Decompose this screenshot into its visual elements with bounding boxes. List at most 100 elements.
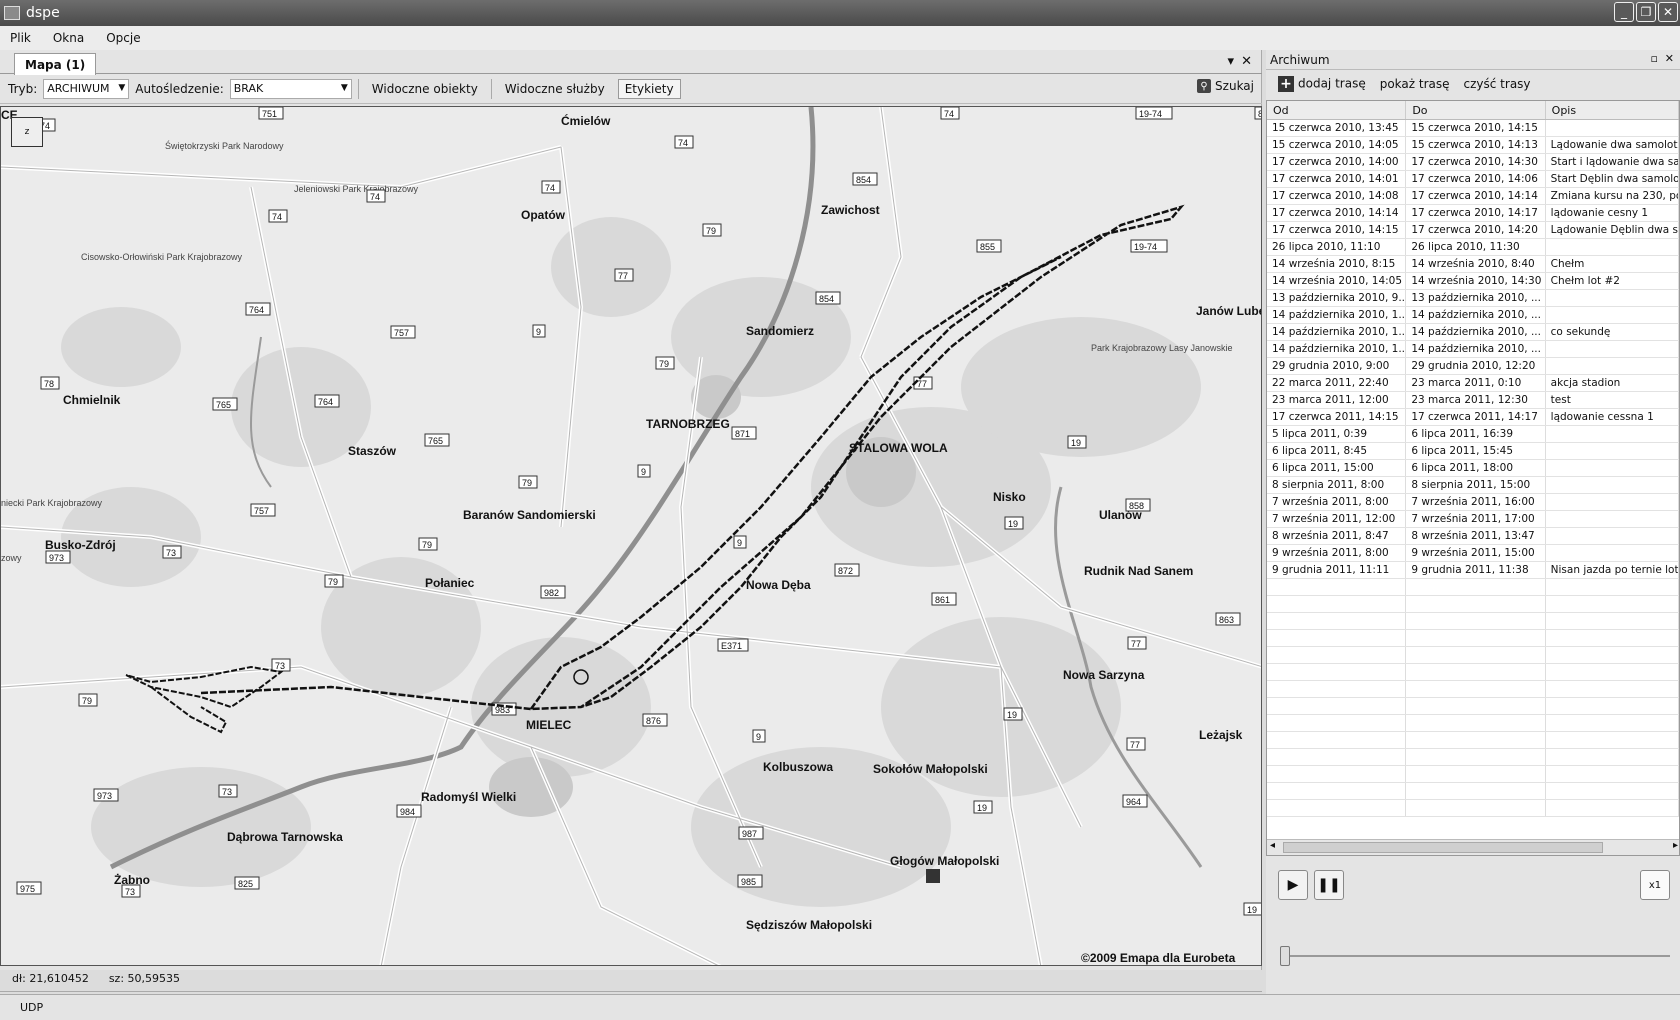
zoom-button[interactable]: z — [11, 117, 43, 147]
clear-routes-button[interactable]: czyść trasy — [1464, 77, 1531, 91]
road-shield-label: 19-74 — [1139, 109, 1162, 119]
table-row[interactable]: 8 września 2011, 8:47 8 września 2011, 13… — [1267, 528, 1679, 545]
table-row[interactable]: 23 marca 2011, 12:00 23 marca 2011, 12:30… — [1267, 392, 1679, 409]
scroll-left-icon[interactable]: ◂ — [1270, 840, 1275, 851]
cell-from: 15 czerwca 2010, 13:45 — [1267, 120, 1407, 136]
table-row[interactable]: 17 czerwca 2010, 14:00 17 czerwca 2010, 1… — [1267, 154, 1679, 171]
road-shield-label: 982 — [544, 588, 559, 598]
table-row[interactable]: 14 października 2010, 1... 14 październik… — [1267, 341, 1679, 358]
road-shield-label: 825 — [238, 879, 253, 889]
panel-close-icon[interactable]: ✕ — [1665, 52, 1674, 65]
autotrack-select[interactable]: BRAK ▼ — [229, 78, 352, 99]
mode-label: Tryb: — [8, 81, 38, 96]
table-row[interactable]: 17 czerwca 2010, 14:15 17 czerwca 2010, 1… — [1267, 222, 1679, 239]
cell-desc: Start Dęblin dwa samoloty — [1546, 171, 1679, 187]
tab-map[interactable]: Mapa (1) — [14, 53, 97, 75]
table-row[interactable]: 17 czerwca 2010, 14:01 17 czerwca 2010, 1… — [1267, 171, 1679, 188]
table-row[interactable]: 7 września 2011, 8:00 7 września 2011, 16… — [1267, 494, 1679, 511]
table-row[interactable]: 26 lipca 2010, 11:10 26 lipca 2010, 11:30 — [1267, 239, 1679, 256]
labels-toggle[interactable]: Etykiety — [617, 78, 681, 99]
empty-row — [1267, 749, 1679, 766]
road-edge — [560, 146, 582, 528]
place-label: Opatów — [521, 208, 566, 222]
slider-handle[interactable] — [1280, 946, 1290, 966]
restore-button[interactable]: ❐ — [1636, 2, 1656, 22]
pin-icon[interactable]: ▫ — [1651, 52, 1658, 65]
cell-desc: test — [1546, 392, 1679, 408]
cell-from: 17 czerwca 2011, 14:15 — [1267, 409, 1407, 425]
scroll-right-icon[interactable]: ▸ — [1673, 840, 1678, 851]
table-row[interactable]: 6 lipca 2011, 8:45 6 lipca 2011, 15:45 — [1267, 443, 1679, 460]
empty-row — [1267, 766, 1679, 783]
speed-button[interactable]: x1 — [1640, 870, 1670, 900]
place-label: Sokołów Małopolski — [873, 762, 988, 776]
minimize-button[interactable]: _ — [1614, 2, 1634, 22]
mode-value: ARCHIWUM — [47, 82, 110, 95]
place-label: Nisko — [993, 490, 1026, 504]
table-row[interactable]: 9 września 2011, 8:00 9 września 2011, 15… — [1267, 545, 1679, 562]
menu-okna[interactable]: Okna — [53, 31, 84, 45]
cell-desc — [1546, 477, 1679, 493]
empty-row — [1267, 664, 1679, 681]
search-button[interactable]: ⚲ Szukaj — [1197, 79, 1254, 93]
road-shield-label: 79 — [706, 226, 716, 236]
table-row[interactable]: 22 marca 2011, 22:40 23 marca 2011, 0:10 a… — [1267, 375, 1679, 392]
table-row[interactable]: 17 czerwca 2010, 14:14 17 czerwca 2010, 1… — [1267, 205, 1679, 222]
pause-button[interactable]: ❚❚ — [1314, 870, 1344, 900]
table-row[interactable]: 17 czerwca 2011, 14:15 17 czerwca 2011, 1… — [1267, 409, 1679, 426]
tab-close-icon[interactable]: ✕ — [1241, 54, 1252, 69]
plus-icon: + — [1278, 76, 1294, 92]
cell-to: 14 września 2010, 8:40 — [1406, 256, 1546, 272]
road-edge — [860, 107, 902, 358]
column-header-to[interactable]: Do — [1406, 101, 1546, 119]
table-row[interactable]: 14 października 2010, 1... 14 październik… — [1267, 307, 1679, 324]
menu-plik[interactable]: Plik — [10, 31, 31, 45]
menu-opcje[interactable]: Opcje — [106, 31, 140, 45]
road-shield-label: 78 — [44, 379, 54, 389]
cell-from: 22 marca 2011, 22:40 — [1267, 375, 1407, 391]
cell-from: 26 lipca 2010, 11:10 — [1267, 239, 1407, 255]
timeline-slider[interactable] — [1280, 946, 1670, 966]
place-label: Głogów Małopolski — [890, 854, 999, 868]
table-row[interactable]: 14 września 2010, 8:15 14 września 2010, … — [1267, 256, 1679, 273]
table-row[interactable]: 8 sierpnia 2011, 8:00 8 sierpnia 2011, 15… — [1267, 477, 1679, 494]
cell-desc: Lądowanie Dęblin dwa sam — [1546, 222, 1679, 238]
tab-list-icon[interactable]: ▾ — [1227, 54, 1234, 69]
table-row[interactable]: 17 czerwca 2010, 14:08 17 czerwca 2010, 1… — [1267, 188, 1679, 205]
mode-select[interactable]: ARCHIWUM ▼ — [43, 78, 130, 99]
table-row[interactable]: 13 października 2010, 9... 13 październik… — [1267, 290, 1679, 307]
table-row[interactable]: 6 lipca 2011, 15:00 6 lipca 2011, 18:00 — [1267, 460, 1679, 477]
empty-row — [1267, 732, 1679, 749]
horizontal-scrollbar[interactable]: ◂ ▸ — [1267, 839, 1679, 855]
table-row[interactable]: 15 czerwca 2010, 14:05 15 czerwca 2010, 1… — [1267, 137, 1679, 154]
title-bar[interactable]: dspe _ ❐ ✕ — [0, 0, 1680, 26]
road-shield-label: 764 — [318, 397, 333, 407]
visible-services-button[interactable]: Widoczne służby — [498, 79, 612, 99]
map-svg[interactable]: Ćmielów Opatów Zawichost Sandomierz Janów Lu… — [1, 107, 1262, 966]
cell-desc: lądowanie cesny 1 — [1546, 205, 1679, 221]
cell-to: 15 czerwca 2010, 14:13 — [1406, 137, 1546, 153]
table-row[interactable]: 15 czerwca 2010, 13:45 15 czerwca 2010, 1… — [1267, 120, 1679, 137]
table-row[interactable]: 14 września 2010, 14:05 14 września 2010,… — [1267, 273, 1679, 290]
toolbar-separator — [357, 78, 359, 99]
table-row[interactable]: 7 września 2011, 12:00 7 września 2011, 1… — [1267, 511, 1679, 528]
show-route-button[interactable]: pokaż trasę — [1380, 77, 1450, 91]
empty-row — [1267, 783, 1679, 800]
column-header-from[interactable]: Od — [1267, 101, 1407, 119]
cell-to: 6 lipca 2011, 15:45 — [1406, 443, 1546, 459]
play-button[interactable]: ▶ — [1278, 870, 1308, 900]
map-canvas[interactable]: Ćmielów Opatów Zawichost Sandomierz Janów Lu… — [0, 106, 1262, 966]
cell-to: 17 czerwca 2010, 14:17 — [1406, 205, 1546, 221]
table-row[interactable]: 14 października 2010, 1... 14 październik… — [1267, 324, 1679, 341]
cell-desc: Chełm lot #2 — [1546, 273, 1679, 289]
combo-arrow-icon: ▼ — [118, 82, 126, 93]
table-row[interactable]: 5 lipca 2011, 0:39 6 lipca 2011, 16:39 — [1267, 426, 1679, 443]
visible-objects-button[interactable]: Widoczne obiekty — [365, 79, 485, 99]
scroll-thumb[interactable] — [1283, 842, 1603, 853]
add-route-button[interactable]: + dodaj trasę — [1278, 76, 1366, 92]
close-button[interactable]: ✕ — [1658, 2, 1678, 22]
column-header-desc[interactable]: Opis — [1546, 101, 1679, 119]
status-bar: UDP — [0, 994, 1680, 1020]
table-row[interactable]: 9 grudnia 2011, 11:11 9 grudnia 2011, 11:… — [1267, 562, 1679, 579]
table-row[interactable]: 29 grudnia 2010, 9:00 29 grudnia 2010, 12… — [1267, 358, 1679, 375]
